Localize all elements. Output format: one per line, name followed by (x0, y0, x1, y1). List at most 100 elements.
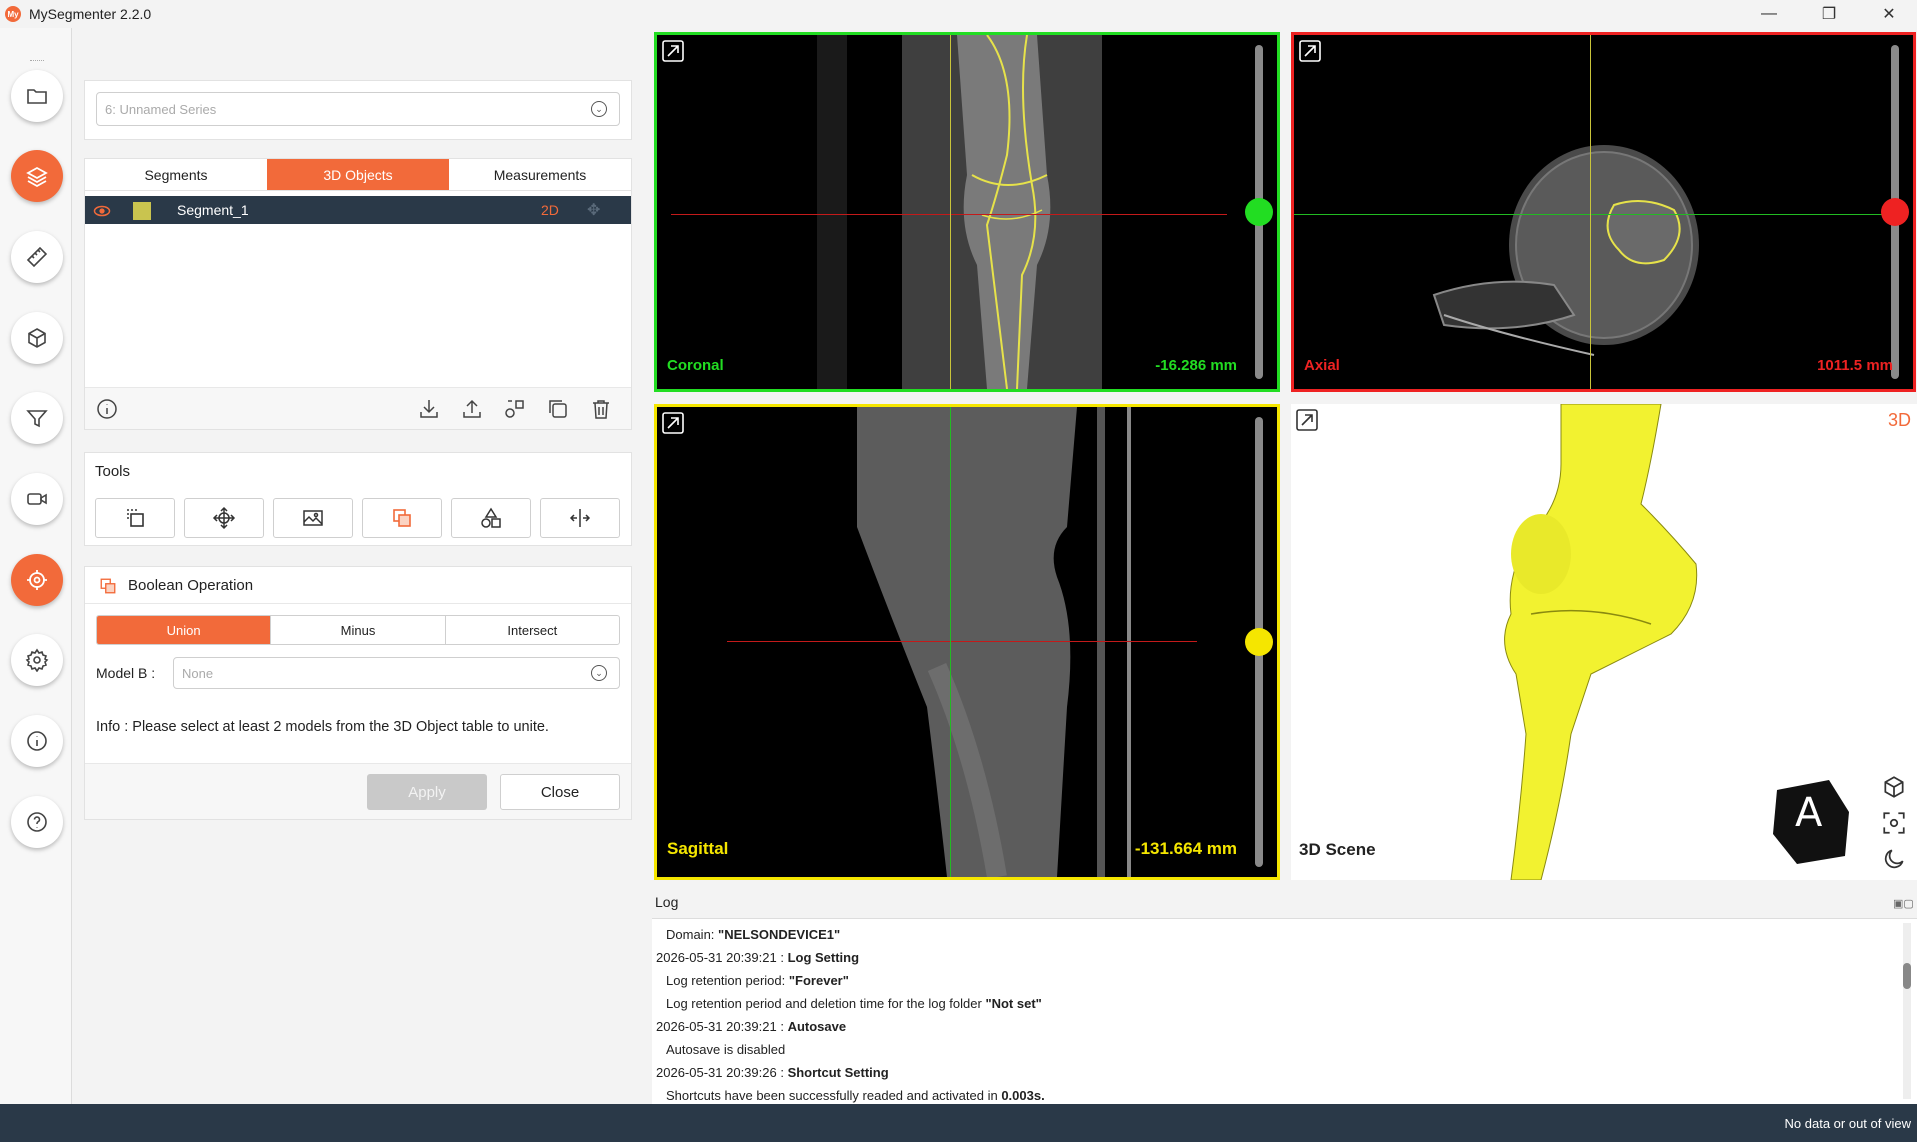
moon-icon[interactable] (1881, 846, 1907, 872)
log-line: 2026-05-31 20:39:21 : Autosave (656, 1019, 846, 1034)
cube-view-icon[interactable] (1881, 774, 1907, 800)
log-line-emphasis: Autosave (787, 1019, 847, 1034)
axial-slice-knob[interactable] (1881, 198, 1909, 226)
video-camera-icon (27, 493, 47, 505)
log-line: Domain: "NELSONDEVICE1" (666, 927, 840, 942)
ruler-icon (26, 246, 48, 268)
target-button[interactable] (11, 554, 63, 606)
transform-tool-button[interactable] (184, 498, 264, 538)
log-line-text: Log retention period and deletion time f… (666, 996, 986, 1011)
trash-icon[interactable] (587, 395, 615, 423)
sagittal-label: Sagittal (667, 839, 729, 858)
image-icon (303, 510, 323, 526)
crosshair-vertical (1590, 35, 1591, 389)
import-icon[interactable] (415, 395, 443, 423)
tab-3d-objects[interactable]: 3D Objects (267, 159, 449, 191)
image-tool-button[interactable] (273, 498, 353, 538)
expand-icon[interactable] (1295, 408, 1319, 432)
object-tabs: Segments 3D Objects Measurements (85, 159, 631, 191)
orientation-cube[interactable]: A (1769, 776, 1859, 866)
close-button[interactable]: Close (500, 774, 620, 810)
segment-name: Segment_1 (177, 202, 249, 218)
expand-icon[interactable] (661, 411, 685, 435)
info-circle-icon[interactable] (93, 395, 121, 423)
cube-icon (28, 328, 46, 348)
help-icon (27, 812, 47, 832)
log-line: Log retention period: "Forever" (666, 973, 849, 988)
table-row[interactable]: Segment_1 2D ✥ (85, 196, 631, 224)
shapes-icon[interactable] (501, 395, 529, 423)
log-line-emphasis: "Forever" (788, 973, 849, 988)
gear-icon (25, 648, 49, 672)
settings-button[interactable] (11, 634, 63, 686)
title-bar: My MySegmenter 2.2.0 — ❐ ✕ (0, 0, 1917, 28)
log-line-text: 2026-05-31 20:39:26 : (656, 1065, 788, 1080)
move-icon[interactable]: ✥ (587, 200, 600, 220)
layers-button[interactable] (11, 150, 63, 202)
objects-card: Segments 3D Objects Measurements Segment… (84, 158, 632, 430)
split-icon (569, 509, 591, 527)
cube-button[interactable] (11, 312, 63, 364)
tab-measurements[interactable]: Measurements (449, 159, 631, 191)
log-line-text: 2026-05-31 20:39:21 : (656, 950, 788, 965)
log-scrollbar[interactable] (1903, 923, 1911, 1099)
crosshair-horizontal (1294, 214, 1884, 215)
crop-tool-button[interactable] (95, 498, 175, 538)
log-line: 2026-05-31 20:39:26 : Shortcut Setting (656, 1065, 889, 1080)
coronal-view[interactable]: Coronal -16.286 mm (654, 32, 1280, 392)
help-button[interactable] (11, 796, 63, 848)
intersect-option[interactable]: Intersect (446, 616, 619, 644)
filter-button[interactable] (11, 392, 63, 444)
export-icon[interactable] (458, 395, 486, 423)
target-icon (27, 570, 47, 590)
close-window-icon[interactable]: ✕ (1866, 0, 1912, 28)
axial-label: Axial (1304, 357, 1340, 374)
crosshair-horizontal (671, 214, 1227, 215)
series-select[interactable]: 6: Unnamed Series ⌄ (96, 92, 620, 126)
primitives-tool-button[interactable] (451, 498, 531, 538)
apply-button[interactable]: Apply (367, 774, 487, 810)
segment-mode[interactable]: 2D (541, 202, 559, 218)
minimize-icon[interactable]: — (1746, 0, 1792, 28)
split-tool-button[interactable] (540, 498, 620, 538)
tab-segments[interactable]: Segments (85, 159, 267, 191)
objects-toolbar (85, 387, 631, 429)
rail-grip (30, 60, 44, 63)
boolean-icon (393, 509, 411, 527)
coronal-position: -16.286 mm (1155, 357, 1237, 374)
log-line-text: Domain: (666, 927, 719, 942)
open-folder-button[interactable] (11, 70, 63, 122)
log-line: 2026-05-31 20:39:21 : Log Setting (656, 950, 859, 965)
cube-face-letter: A (1795, 790, 1823, 836)
duplicate-icon[interactable] (544, 395, 572, 423)
scene3d-badge: 3D (1887, 410, 1911, 430)
log-line-text: Autosave is disabled (666, 1042, 786, 1057)
focus-icon[interactable] (1881, 810, 1907, 836)
expand-icon[interactable] (661, 39, 685, 63)
info-button[interactable] (11, 715, 63, 767)
scene3d-view[interactable]: 3D 3D Scene A (1291, 404, 1917, 880)
log-line-emphasis: "Not set" (985, 996, 1042, 1011)
video-button[interactable] (11, 473, 63, 525)
model-b-select[interactable]: None ⌄ (173, 657, 620, 689)
sagittal-view[interactable]: Sagittal -131.664 mm (654, 404, 1280, 880)
expand-icon[interactable] (1298, 39, 1322, 63)
crop-icon (127, 509, 144, 527)
status-text: No data or out of view (1784, 1116, 1911, 1131)
eye-icon[interactable] (93, 204, 111, 217)
axial-view[interactable]: Axial 1011.5 mm (1291, 32, 1916, 392)
coronal-slice-knob[interactable] (1245, 198, 1273, 226)
union-option[interactable]: Union (97, 616, 272, 644)
restore-icon[interactable]: ❐ (1806, 0, 1852, 28)
log-dock-icons[interactable]: ▣▢ (1893, 897, 1914, 910)
boolean-tool-button[interactable] (362, 498, 442, 538)
ruler-button[interactable] (11, 231, 63, 283)
status-bar: No data or out of view (0, 1104, 1917, 1142)
minus-option[interactable]: Minus (271, 616, 446, 644)
info-icon (27, 731, 47, 751)
sagittal-slice-knob[interactable] (1245, 628, 1273, 656)
primitives-icon (481, 507, 501, 528)
segment-color-swatch[interactable] (133, 202, 151, 220)
log-scroll-thumb[interactable] (1903, 963, 1911, 989)
layers-icon (26, 166, 48, 188)
